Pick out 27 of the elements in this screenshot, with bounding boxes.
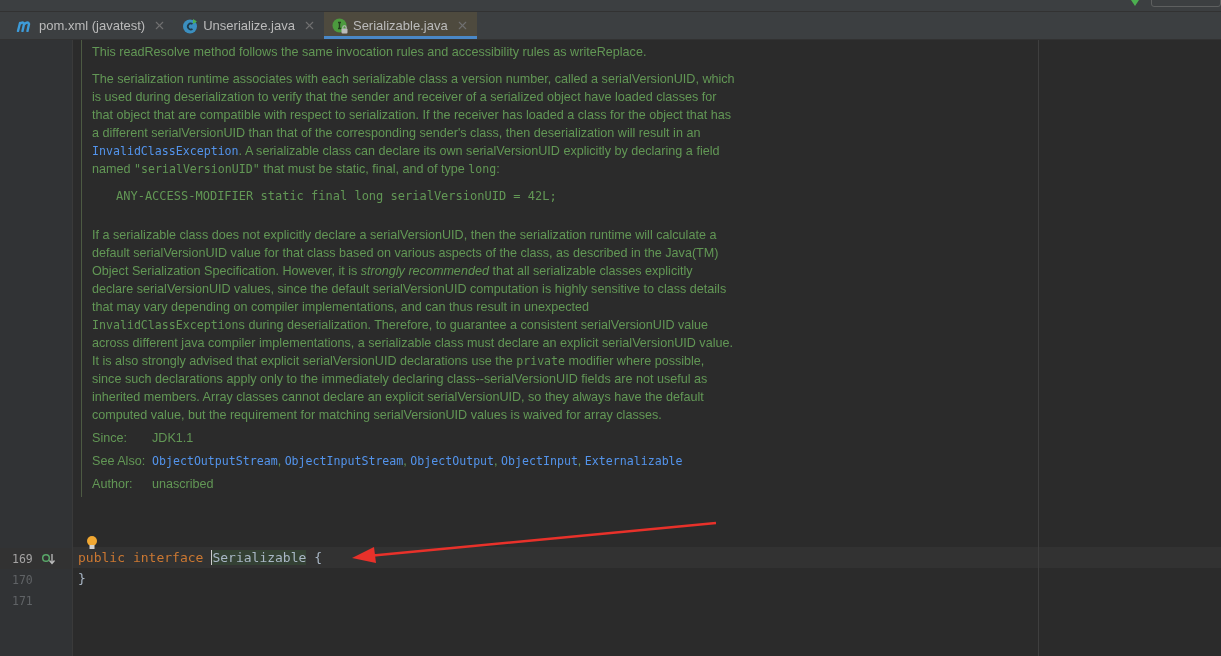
tag-label: See Also: [92,453,147,470]
doc-link[interactable]: ObjectOutput [410,454,495,468]
editor-tab[interactable]: Unserialize.java [174,12,324,39]
editor-tab[interactable]: Serializable.java [323,12,477,39]
interface-lock-icon [331,17,348,34]
code-sample: ANY-ACCESS-MODIFIER static final long serialVersionUID = 42L; [115,188,558,205]
doc-link[interactable]: Externalizable [584,454,683,468]
separator: , [577,454,582,468]
doc-link[interactable]: ObjectOutputStream [152,454,278,468]
editor-tab[interactable]: pom.xml (javatest) [8,12,175,39]
separator: , [403,454,407,468]
separator: , [277,454,282,468]
doc-link[interactable]: ObjectInput [501,454,578,468]
lightbulb-icon[interactable] [86,535,98,550]
doc-paragraph: This readResolve method follows the same invocation rules and accessibility rules as writeReplace. [92,44,648,61]
tag-label: Author: [92,476,134,493]
marker-icon [1131,0,1139,6]
doc-paragraph: If a serializable class does not explicitly declare a serialVersionUID, then the serialization runtime will calculate a default serialVersionUID value for that class based on various aspects of the class, as described in the Java(TM) Object Serialization Specification. However, it is strongly recommended that all serializable classes explicitly declare serialVersionUID values, since the default serialVersionUID computation is highly sensitive to class details that may vary depending on compiler implementations, and can thus result in unexpected InvalidClassExceptions during deserialization. Therefore, to guarantee a consistent serialVersionUID value across different java compiler implementations, a serializable class must declare an explicit serialVersionUID value. It is also strongly advised that explicit serialVersionUID declarations use the private modifier where possible, since such declarations apply only to the immediately declaring class--serialVersionUID fields are not useful as inherited members. Array classes cannot declare an explicit serialVersionUID, so they always have the default computed value, but the requirement for matching serialVersionUID values is waived for array classes. [92,227,734,424]
implemented-icon[interactable] [42,552,56,565]
code-line: } [77,570,87,588]
class-icon [182,17,199,34]
tag-label: Since: [92,430,128,447]
line-number: 169 [12,551,34,566]
tag-value: unascribed [152,477,214,491]
tag-value: JDK1.1 [152,431,194,445]
separator: , [494,454,498,468]
doc-paragraph: The serialization runtime associates with each serializable class a version number, called a serialVersionUID, which is used during deserialization to verify that the sender and receiver of a serialized object have loaded classes for that object that are compatible with respect to serialization. If the receiver has loaded a class for the object that has a different serialVersionUID than that of the corresponding sender's class, then deserialization will result in an InvalidClassException. A serializable class can declare its own serialVersionUID explicitly by declaring a field named "serialVersionUID" that must be static, final, and of type long: [92,71,736,178]
